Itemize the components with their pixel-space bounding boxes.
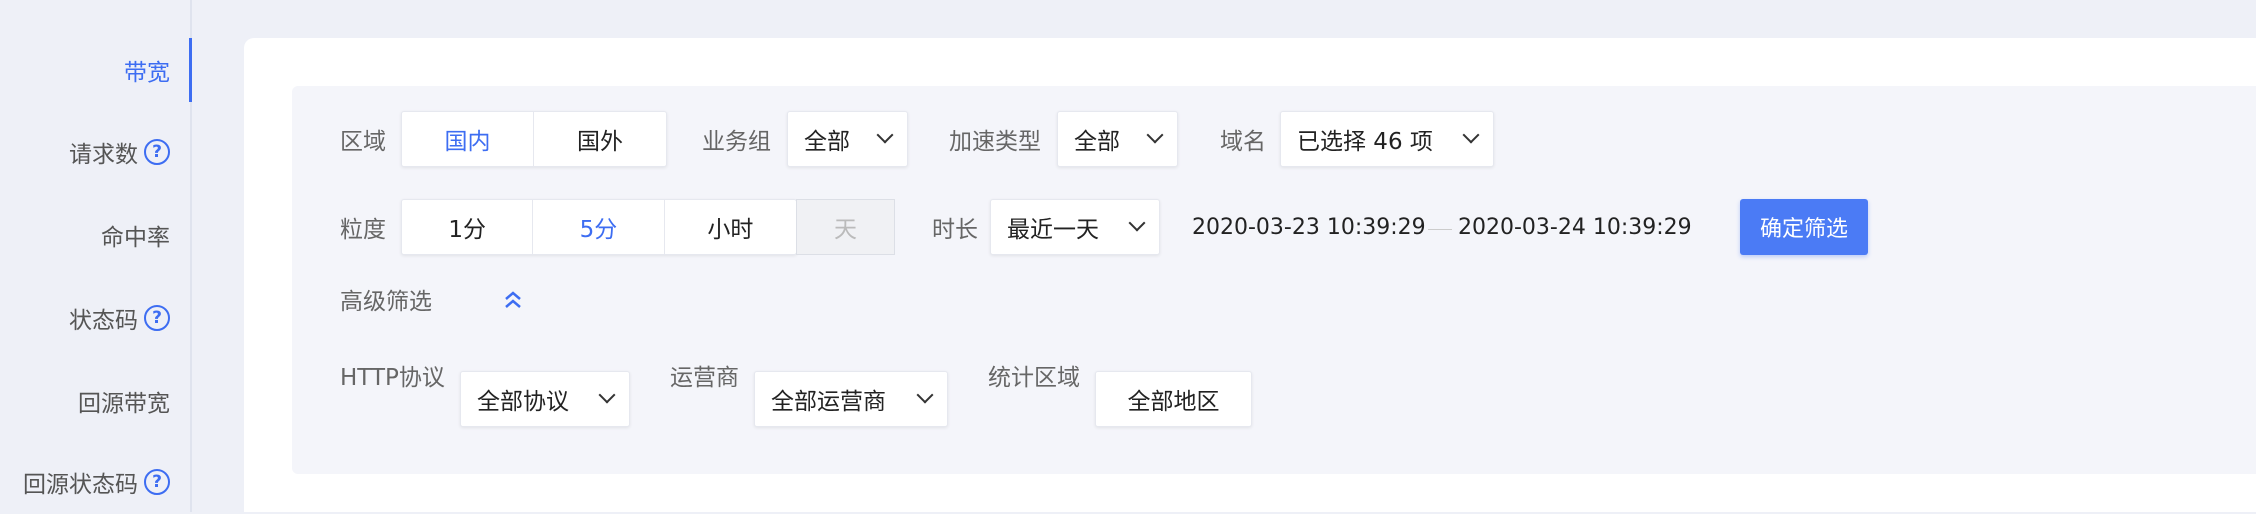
isp-select[interactable]: 全部运营商	[754, 371, 948, 427]
stat-region-value: 全部地区	[1127, 389, 1220, 415]
chevron-down-icon	[916, 386, 934, 404]
sidebar-item-label: 状态码	[69, 308, 138, 334]
sidebar-item-requests[interactable]: 请求数 ?	[69, 120, 170, 184]
help-icon[interactable]: ?	[144, 469, 170, 495]
sidebar-item-hit-rate[interactable]: 命中率	[101, 203, 170, 267]
chevron-down-icon	[1462, 126, 1480, 144]
domain-select[interactable]: 已选择 46 项	[1280, 111, 1494, 167]
region-label: 区域	[340, 129, 386, 155]
granularity-option-5min[interactable]: 5分	[533, 200, 665, 254]
region-segmented: 国内 国外	[401, 111, 667, 167]
granularity-label: 粒度	[340, 217, 386, 243]
sidebar-item-label: 请求数	[69, 142, 138, 168]
business-group-value: 全部	[804, 129, 850, 155]
granularity-day-wrap: 天	[796, 199, 895, 255]
confirm-filter-button[interactable]: 确定筛选	[1740, 199, 1868, 255]
granularity-option-day[interactable]: 天	[796, 199, 895, 255]
sidebar-item-label: 带宽	[124, 60, 170, 86]
accel-type-value: 全部	[1074, 129, 1120, 155]
http-protocol-value: 全部协议	[477, 389, 569, 415]
sidebar-item-status-code[interactable]: 状态码 ?	[69, 286, 170, 350]
stat-region-label: 统计区域	[988, 365, 1080, 391]
date-range-start[interactable]: 2020-03-23 10:39:29	[1192, 200, 1426, 254]
main-content: 区域 国内 国外 业务组 全部 加速类型 全部 域名 已选择 46 项 粒度 1…	[244, 38, 2256, 512]
domain-value: 已选择 46 项	[1297, 129, 1433, 155]
duration-value: 最近一天	[1007, 217, 1099, 243]
http-protocol-label: HTTP协议	[340, 365, 445, 391]
domain-label: 域名	[1220, 129, 1266, 155]
business-group-label: 业务组	[702, 129, 771, 155]
accel-type-label: 加速类型	[949, 129, 1041, 155]
duration-label: 时长	[932, 217, 978, 243]
date-range-end[interactable]: 2020-03-24 10:39:29	[1458, 200, 1692, 254]
http-protocol-select[interactable]: 全部协议	[460, 371, 630, 427]
sidebar-item-origin-status-code[interactable]: 回源状态码 ?	[23, 450, 170, 514]
isp-label: 运营商	[670, 365, 739, 391]
sidebar-item-label: 命中率	[101, 225, 170, 251]
granularity-option-hour[interactable]: 小时	[665, 200, 796, 254]
chevron-down-icon	[1146, 126, 1164, 144]
granularity-option-1min[interactable]: 1分	[402, 200, 534, 254]
help-icon[interactable]: ?	[144, 139, 170, 165]
sidebar-item-label: 回源状态码	[23, 472, 138, 498]
filter-panel: 区域 国内 国外 业务组 全部 加速类型 全部 域名 已选择 46 项 粒度 1…	[292, 86, 2256, 474]
chevron-down-icon	[598, 386, 616, 404]
region-option-overseas[interactable]: 国外	[534, 112, 666, 166]
duration-select[interactable]: 最近一天	[990, 199, 1160, 255]
accel-type-select[interactable]: 全部	[1057, 111, 1178, 167]
sidebar-item-origin-bandwidth[interactable]: 回源带宽	[78, 369, 170, 433]
region-option-domestic[interactable]: 国内	[402, 112, 534, 166]
date-range-separator	[1428, 229, 1452, 230]
granularity-segmented: 1分 5分 小时	[401, 199, 797, 255]
chevron-down-icon	[1128, 214, 1146, 232]
business-group-select[interactable]: 全部	[787, 111, 908, 167]
stat-region-select[interactable]: 全部地区	[1095, 371, 1252, 427]
double-chevron-up-icon[interactable]	[502, 289, 524, 311]
sidebar-item-label: 回源带宽	[78, 391, 170, 417]
isp-value: 全部运营商	[771, 389, 886, 415]
advanced-filter-label: 高级筛选	[340, 289, 432, 315]
chevron-down-icon	[876, 126, 894, 144]
sidebar-item-bandwidth[interactable]: 带宽	[124, 38, 170, 102]
help-icon[interactable]: ?	[144, 305, 170, 331]
sidebar-active-indicator	[189, 38, 192, 102]
sidebar: 带宽 请求数 ? 命中率 状态码 ? 回源带宽 回源状态码 ?	[0, 0, 192, 512]
